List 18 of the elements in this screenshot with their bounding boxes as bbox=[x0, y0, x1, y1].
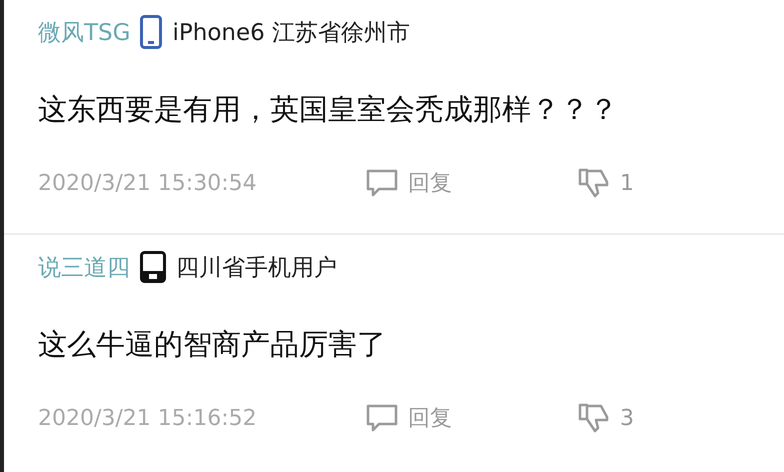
thumbs-down-icon bbox=[578, 403, 610, 433]
device-location: 四川省手机用户 bbox=[176, 254, 337, 282]
reply-button[interactable]: 回复 bbox=[366, 403, 578, 433]
timestamp: 2020/3/21 15:30:54 bbox=[38, 170, 258, 196]
timestamp: 2020/3/21 15:16:52 bbox=[38, 406, 258, 430]
comment-text: 这东西要是有用，英国皇室会秃成那样？？？ bbox=[38, 91, 619, 128]
thumbs-down-icon bbox=[578, 168, 610, 198]
dislike-button[interactable]: 3 bbox=[578, 403, 634, 433]
username[interactable]: 说三道四 bbox=[38, 252, 130, 282]
dislike-button[interactable]: 1 bbox=[578, 168, 634, 198]
username[interactable]: 微风TSG bbox=[38, 16, 130, 48]
device-location: iPhone6 江苏省徐州市 bbox=[172, 18, 410, 48]
comment-icon bbox=[366, 169, 398, 197]
comment-icon bbox=[366, 404, 398, 432]
reply-button[interactable]: 回复 bbox=[366, 168, 578, 198]
comment-text: 这么牛逼的智商产品厉害了 bbox=[38, 326, 387, 363]
smartphone-icon bbox=[140, 15, 162, 49]
phone-icon bbox=[140, 251, 166, 283]
